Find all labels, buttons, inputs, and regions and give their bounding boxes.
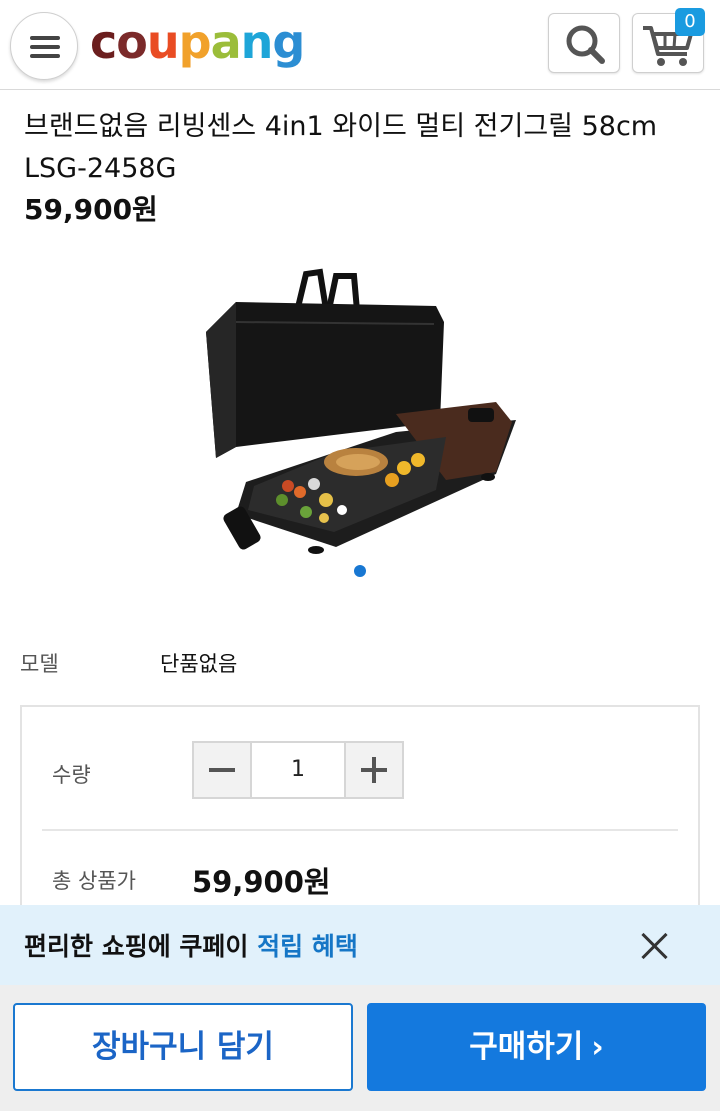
product-price: 59,900원 <box>24 193 158 226</box>
product-image[interactable] <box>196 262 526 567</box>
search-button[interactable] <box>548 13 620 73</box>
chevron-right-icon: › <box>591 1030 604 1065</box>
logo-letter: g <box>272 15 305 69</box>
top-header: coupang 0 <box>0 0 720 90</box>
product-page: coupang 0 브랜드없음 리빙센스 4in1 와이드 멀티 전기그릴 58… <box>0 0 720 1111</box>
search-icon <box>566 25 605 64</box>
product-title: 브랜드없음 리빙센스 4in1 와이드 멀티 전기그릴 58cm LSG-245… <box>24 111 658 184</box>
logo-letter: c <box>90 15 117 69</box>
decrease-quantity-button[interactable] <box>194 743 252 797</box>
quantity-stepper: 1 <box>192 741 404 799</box>
divider <box>42 829 678 831</box>
promo-text-plain: 편리한 쇼핑에 쿠페이 <box>24 932 258 961</box>
close-icon[interactable] <box>640 931 670 961</box>
buy-now-button[interactable]: 구매하기 › <box>367 1003 706 1091</box>
logo-letter: p <box>178 15 212 69</box>
logo-letter: n <box>240 15 274 69</box>
promo-text-highlight: 적립 혜택 <box>257 932 358 961</box>
option-label: 모델 <box>20 652 59 676</box>
cart-count-badge: 0 <box>675 8 705 36</box>
menu-icon-bar <box>30 45 60 49</box>
menu-icon-bar <box>30 54 60 58</box>
quantity-input[interactable]: 1 <box>252 743 344 797</box>
plus-icon-vertical <box>372 757 376 783</box>
menu-button[interactable] <box>10 12 78 80</box>
logo-letter: u <box>146 15 180 69</box>
minus-icon <box>209 768 235 772</box>
logo-letter: o <box>116 15 148 69</box>
buy-now-label: 구매하기 <box>469 1029 584 1065</box>
option-value: 단품없음 <box>160 652 238 676</box>
carousel-indicator[interactable] <box>354 565 366 577</box>
coupang-logo[interactable]: coupang <box>90 14 305 70</box>
total-price-label: 총 상품가 <box>52 869 136 893</box>
logo-letter: a <box>210 15 242 69</box>
menu-icon <box>30 36 60 40</box>
coupay-promo-banner[interactable]: 편리한 쇼핑에 쿠페이 적립 혜택 <box>0 905 720 985</box>
model-option-row: 모델 단품없음 <box>20 644 700 678</box>
cart-button[interactable]: 0 <box>632 8 705 73</box>
quantity-label: 수량 <box>52 763 91 787</box>
bottom-action-bar: 장바구니 담기 구매하기 › <box>0 985 720 1111</box>
total-price-value: 59,900원 <box>192 865 331 899</box>
add-to-cart-button[interactable]: 장바구니 담기 <box>13 1003 353 1091</box>
increase-quantity-button[interactable] <box>344 743 402 797</box>
promo-text: 편리한 쇼핑에 쿠페이 적립 혜택 <box>24 927 358 963</box>
